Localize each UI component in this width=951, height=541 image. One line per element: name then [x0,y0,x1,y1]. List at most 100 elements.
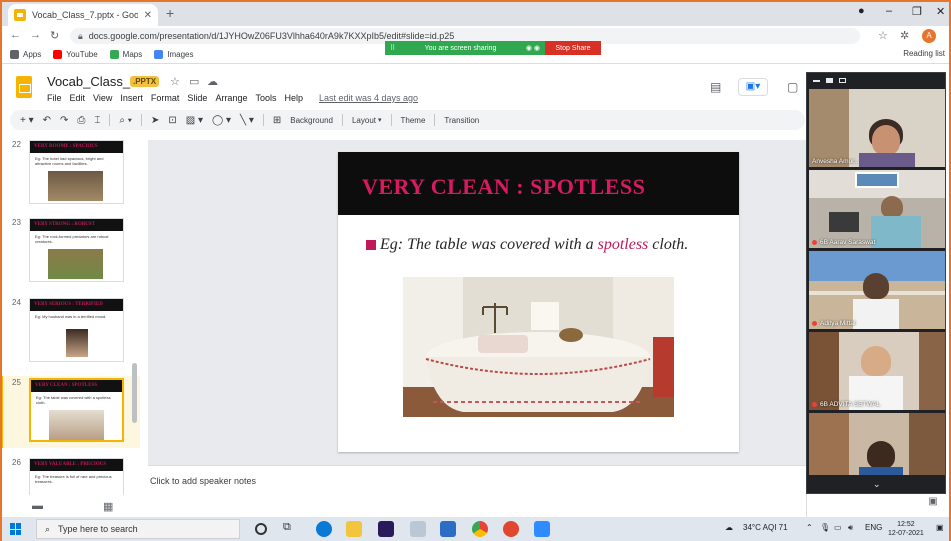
new-tab-icon[interactable]: + [166,5,174,21]
browser-tab[interactable]: Vocab_Class_7.pptx - Google Sl... ✕ [8,4,158,26]
move-folder-icon[interactable]: ▭ [189,75,199,88]
stop-share-button[interactable]: Stop Share [545,41,601,55]
grid-view-icon[interactable]: ▦ [103,500,113,513]
premiere-icon[interactable] [378,521,394,537]
minimize-icon[interactable]: – [886,5,892,17]
redo-icon[interactable]: ↷ [60,115,68,126]
menu-help[interactable]: Help [284,93,303,103]
back-icon[interactable]: ← [10,29,21,41]
filmstrip-item[interactable]: 24 VERY SERIOUS : TERRIFIED Eg: My husba… [0,296,140,368]
notes-divider[interactable] [148,465,806,466]
profile-circle-icon[interactable]: ● [858,5,865,17]
filmstrip-item-selected[interactable]: 25 VERY CLEAN : SPOTLESS Eg: The table w… [0,376,140,448]
bookmark-apps[interactable]: Apps [10,50,41,59]
present-button[interactable]: ▣▾ [738,78,768,96]
system-clock[interactable]: 12:52 12-07-2021 [888,520,924,538]
slide-thumbnail[interactable]: VERY VALUABLE : PRECIOUS Eg: The treasur… [29,458,124,495]
participant-tile[interactable]: 6B ADVITA SETWAL [809,332,945,410]
share-pause-icon[interactable]: ◉ ◉ [526,44,540,52]
table-photo[interactable] [403,277,674,417]
store-icon[interactable] [410,521,426,537]
transition-button[interactable]: Transition [444,116,479,125]
task-view-icon[interactable]: ⧉ [283,521,299,537]
participant-tile[interactable] [809,413,945,475]
bookmark-images[interactable]: Images [154,50,193,59]
avatar[interactable]: A [922,29,936,43]
participant-tile[interactable]: Aditya Mittal [809,251,945,329]
document-title[interactable]: Vocab_Class_7 [47,74,137,89]
show-hidden-icons-icon[interactable]: ⌃ [806,523,813,532]
slides-logo-icon[interactable] [16,76,32,98]
zoom-icon[interactable]: ⌕ ▾ [119,115,132,126]
participant-tile[interactable]: Anvesha Amur... [809,89,945,167]
chrome-icon[interactable] [472,521,488,537]
forward-icon[interactable]: → [30,29,41,41]
reload-icon[interactable]: ↻ [50,29,59,42]
close-window-icon[interactable]: ✕ [936,5,945,18]
volume-icon[interactable]: 🔊︎ [848,523,853,533]
background-button[interactable]: Background [290,116,333,125]
filmstrip-scrollbar[interactable] [132,363,137,423]
microphone-icon[interactable]: 🎙︎ [820,523,830,532]
speaker-view-icon[interactable] [826,78,833,83]
menu-tools[interactable]: Tools [255,93,276,103]
bookmark-maps[interactable]: Maps [109,50,142,59]
network-icon[interactable]: ▭ [834,523,842,532]
comments-icon[interactable]: ▤ [710,80,721,94]
new-slide-icon[interactable]: + ▾ [20,115,34,126]
image-icon[interactable]: ▨ ▾ [186,115,203,126]
theme-button[interactable]: Theme [401,116,426,125]
weather-status[interactable]: 34°C AQI 71 [743,523,788,532]
extensions-icon[interactable]: ✲ [900,29,909,42]
speaker-notes[interactable]: Click to add speaker notes [150,476,256,486]
menu-insert[interactable]: Insert [120,93,143,103]
gallery-view-icon[interactable] [839,78,846,83]
participant-tile[interactable]: 6B Aarav Saraswat [809,170,945,248]
line-icon[interactable]: ╲ ▾ [240,115,254,126]
star-icon[interactable]: ☆ [170,75,180,88]
last-edit-link[interactable]: Last edit was 4 days ago [319,93,418,103]
filmstrip-view-icon[interactable]: ▬ [32,500,43,512]
slide-thumbnail[interactable]: VERY STRONG : ROBUST Eg: The rock-formed… [29,218,124,282]
taskbar-search-input[interactable]: ⌕ Type here to search [36,519,240,539]
word-icon[interactable] [440,521,456,537]
bookmark-youtube[interactable]: YouTube [53,50,98,59]
notifications-icon[interactable]: ▣ [936,523,944,532]
menu-arrange[interactable]: Arrange [215,93,247,103]
meet-icon[interactable]: ▢ [787,80,798,94]
text-box-icon[interactable]: ⊡ [168,115,176,126]
slide-thumbnail[interactable]: VERY SERIOUS : TERRIFIED Eg: My husband … [29,298,124,362]
slide-thumbnail[interactable]: VERY ROOMY : SPACIOUS Eg: The hotel had … [29,140,124,204]
cloud-status-icon[interactable]: ☁ [207,75,218,88]
app-icon[interactable] [503,521,519,537]
filmstrip-item[interactable]: 26 VERY VALUABLE : PRECIOUS Eg: The trea… [0,456,140,495]
paint-format-icon[interactable]: ⌶ [94,115,100,126]
windows-start-icon[interactable] [10,523,22,535]
filmstrip-item[interactable]: 23 VERY STRONG : ROBUST Eg: The rock-for… [0,216,140,288]
bookmark-star-icon[interactable]: ☆ [878,29,888,42]
zoom-app-icon[interactable] [534,521,550,537]
shape-icon[interactable]: ◯ ▾ [212,115,231,126]
menu-edit[interactable]: Edit [70,93,86,103]
slide-title[interactable]: VERY CLEAN : SPOTLESS [362,174,645,200]
menu-view[interactable]: View [93,93,112,103]
close-tab-icon[interactable]: ✕ [144,10,152,21]
current-slide[interactable]: VERY CLEAN : SPOTLESS Eg: The table was … [338,152,739,452]
layout-dropdown[interactable]: Layout [352,116,376,125]
edge-icon[interactable] [316,521,332,537]
slide-body-text[interactable]: Eg: The table was covered with a spotles… [380,234,725,256]
undo-icon[interactable]: ↶ [43,115,51,126]
menu-file[interactable]: File [47,93,62,103]
maximize-icon[interactable]: ❐ [912,5,922,18]
select-cursor-icon[interactable]: ➤ [151,115,159,126]
chevron-down-icon[interactable]: ⌄ [873,479,881,490]
weather-icon[interactable]: ☁ [725,523,733,532]
minimize-icon[interactable] [813,79,820,82]
chevron-down-icon[interactable]: ▾ [378,116,382,124]
reading-list-button[interactable]: Reading list [903,49,945,58]
comment-add-icon[interactable]: ⊞ [273,115,281,126]
share-handle-icon[interactable]: ⠿ [390,44,395,52]
file-explorer-icon[interactable] [346,521,362,537]
language-indicator[interactable]: ENG [865,523,882,532]
print-icon[interactable]: ⎙ [77,115,85,126]
